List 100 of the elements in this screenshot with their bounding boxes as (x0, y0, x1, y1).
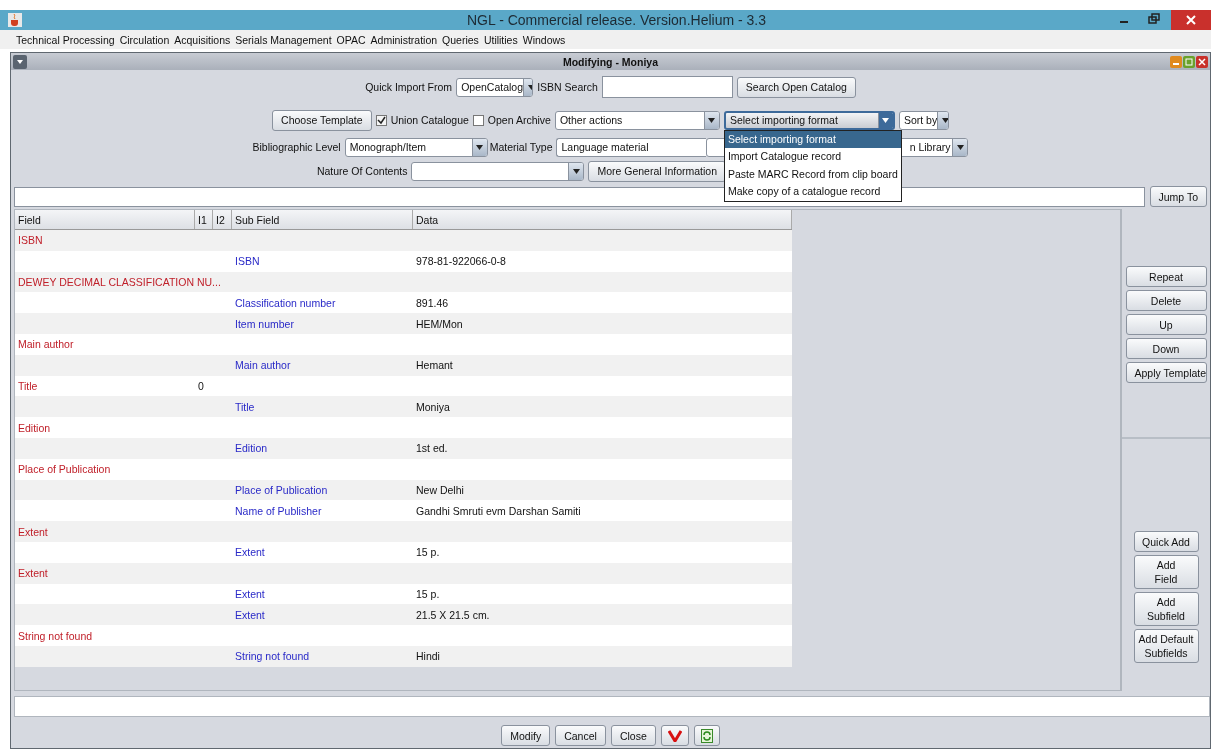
subfield-name: Place of Publication (235, 483, 328, 496)
field-name: Extent (18, 567, 48, 580)
subfield-name: Name of Publisher (235, 504, 322, 517)
menu-item[interactable]: Technical Processing (16, 33, 115, 46)
subfield-name: Extent (235, 587, 265, 600)
caret-icon (476, 144, 484, 150)
side-button[interactable]: Quick Add (1133, 531, 1199, 552)
union-catalogue-checkbox[interactable] (375, 114, 387, 126)
subfield-name: Edition (235, 442, 268, 455)
field-name: Edition (18, 421, 51, 434)
column-header[interactable]: Data (413, 210, 792, 229)
window-title: NGL - Commercial release. Version.Helium - 3.3 (466, 12, 767, 28)
field-name: Place of Publication (18, 463, 111, 476)
action-button[interactable]: Modify (501, 725, 551, 746)
side-button[interactable]: Apply Template (1125, 362, 1207, 383)
nature-of-contents-label: Nature Of Contents (316, 165, 408, 177)
cup-icon (8, 13, 22, 27)
dropdown-option[interactable]: Paste MARC Record from clip board (724, 165, 901, 183)
caret-icon (527, 84, 533, 90)
field-name: String not found (18, 629, 93, 642)
validate-button[interactable] (660, 725, 689, 746)
subfield-name: Extent (235, 608, 265, 621)
close-icon[interactable] (1196, 55, 1208, 68)
side-button[interactable]: Delete (1125, 290, 1207, 311)
open-archive-label: Open Archive (487, 114, 551, 126)
frame-menu-icon[interactable] (13, 54, 27, 69)
menu-item[interactable]: Circulation (119, 33, 170, 46)
jump-to-button[interactable]: Jump To (1149, 186, 1207, 207)
menu-item[interactable]: Acquisitions (174, 33, 231, 46)
data-value: 15 p. (416, 546, 440, 559)
quick-import-label: Quick Import From (365, 81, 453, 93)
data-value: Moniya (416, 400, 450, 413)
dropdown-option[interactable]: Make copy of a catalogue record (724, 183, 901, 201)
side-button[interactable]: Up (1125, 314, 1207, 335)
isbn-search-field[interactable] (601, 76, 733, 98)
data-value: 21.5 X 21.5 cm. (416, 608, 490, 621)
refresh-button[interactable] (693, 725, 720, 746)
nature-of-contents-dropdown[interactable] (411, 161, 585, 181)
menu-item[interactable]: OPAC (336, 33, 366, 46)
field-name: Title (18, 379, 38, 392)
side-button[interactable]: Add Default Subfields (1133, 629, 1199, 663)
field-name: ISBN (18, 234, 43, 247)
field-name: Main author (18, 338, 74, 351)
subfield-name: Classification number (235, 296, 336, 309)
field-name: DEWEY DECIMAL CLASSIFICATION NU... (18, 276, 221, 288)
side-button[interactable]: Repeat (1125, 266, 1207, 287)
column-header[interactable]: Sub Field (232, 210, 413, 229)
side-button[interactable]: Down (1125, 338, 1207, 359)
action-button[interactable]: Cancel (555, 725, 606, 746)
data-value: Hemant (416, 359, 453, 372)
indicator-value: 0 (198, 379, 204, 392)
subfield-name: Title (235, 400, 255, 413)
data-value: New Delhi (416, 483, 464, 496)
menu-item[interactable]: Utilities (483, 33, 518, 46)
close-icon[interactable] (1171, 10, 1211, 30)
subfield-name: ISBN (235, 255, 260, 268)
data-value: Hindi (416, 650, 440, 663)
subfield-name: Main author (235, 359, 291, 372)
menu-item[interactable]: Queries (442, 33, 479, 46)
data-value: 978-81-922066-0-8 (416, 255, 506, 268)
caret-icon (941, 117, 948, 123)
choose-template-button[interactable]: Choose Template (272, 109, 372, 131)
column-header[interactable]: I1 (195, 210, 213, 229)
column-header[interactable]: Field (15, 210, 195, 229)
importing-format-dropdown[interactable]: Select importing format (723, 110, 895, 130)
other-actions-dropdown[interactable]: Other actions (554, 110, 720, 130)
dropdown-option[interactable]: Import Catalogue record (724, 148, 901, 166)
union-catalogue-label: Union Catalogue (390, 114, 469, 126)
menu-item[interactable]: Windows (522, 33, 566, 46)
caret-icon (708, 117, 716, 123)
frame-title: Modifying - Moniya (561, 55, 660, 68)
more-general-information-button[interactable]: More General Information (588, 160, 727, 182)
search-open-catalog-button[interactable]: Search Open Catalog (736, 76, 856, 98)
quick-import-dropdown[interactable]: OpenCatalog (456, 77, 534, 97)
caret-icon (957, 144, 964, 150)
v-mark-icon (667, 729, 682, 742)
data-value: 1st ed. (416, 442, 448, 455)
data-value: 891.46 (416, 296, 449, 309)
action-button[interactable]: Close (610, 725, 656, 746)
field-name: Extent (18, 525, 48, 538)
side-button[interactable]: Add Field (1133, 555, 1199, 589)
open-archive-checkbox[interactable] (472, 114, 484, 126)
bibliographic-level-label: Bibliographic Level (252, 141, 341, 153)
column-header[interactable]: I2 (213, 210, 232, 229)
data-value: Gandhi Smruti evm Darshan Samiti (416, 504, 581, 517)
data-value: HEM/Mon (416, 317, 463, 330)
caret-icon (572, 168, 580, 174)
dropdown-option[interactable]: Select importing format (724, 130, 901, 148)
menu-item[interactable]: Serials Management (235, 33, 332, 46)
material-type-dropdown[interactable]: Language material (556, 137, 707, 157)
subfield-name: Item number (235, 317, 294, 330)
caret-icon (882, 117, 890, 123)
bibliographic-level-dropdown[interactable]: Monograph/Item (344, 137, 488, 157)
sort-by-dropdown[interactable]: Sort by (898, 110, 949, 130)
menu-item[interactable]: Administration (370, 33, 438, 46)
subfield-name: String not found (235, 650, 310, 663)
refresh-icon (700, 728, 713, 743)
subfield-name: Extent (235, 546, 265, 559)
minimize-icon[interactable] (1170, 55, 1182, 68)
side-button[interactable]: Add Subfield (1133, 592, 1199, 626)
